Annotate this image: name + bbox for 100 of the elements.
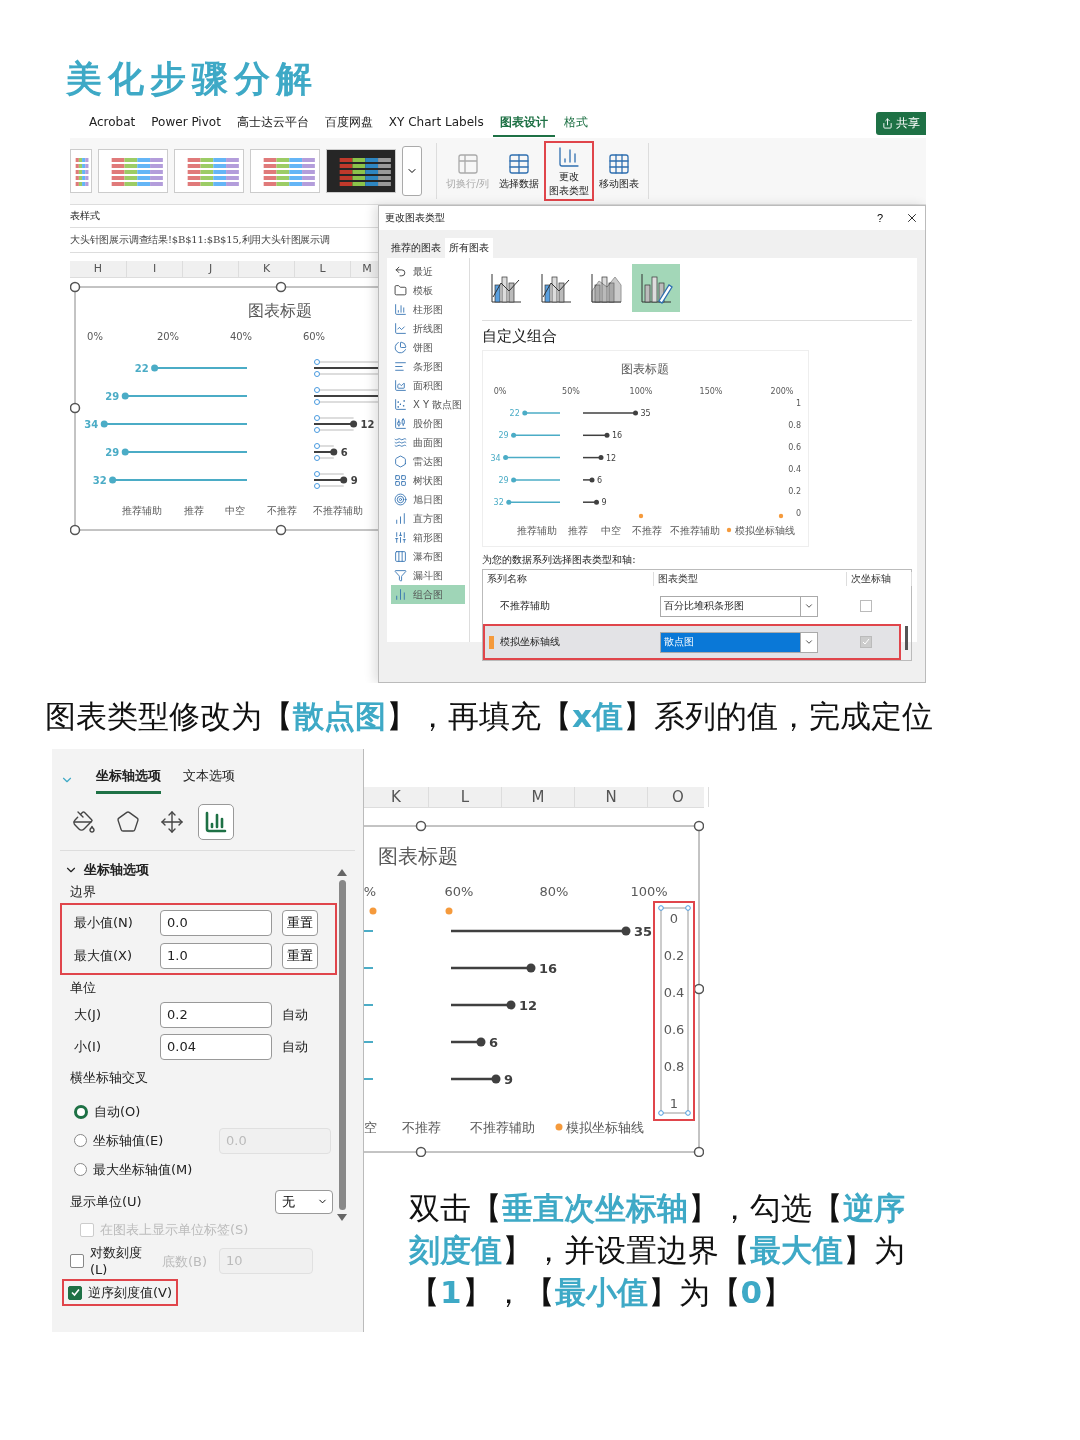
input-field[interactable]: 0.04 [160, 1033, 272, 1060]
chart-type-select[interactable]: 百分比堆积条形图 [660, 595, 819, 617]
chart-style-thumbnail[interactable] [174, 149, 244, 193]
data-label: 35 [640, 409, 651, 418]
chart-style-thumbnail[interactable] [250, 149, 320, 193]
legend-label: 不推荐 [632, 525, 663, 536]
selected-pin-line [313, 443, 338, 461]
check-icon [862, 638, 871, 646]
ribbon-tab[interactable]: XY Chart Labels [381, 111, 491, 135]
data-label: 32 [493, 498, 505, 508]
checkbox-label: 对数刻度(L) [90, 1244, 143, 1278]
chart-type-item[interactable]: 饼图 [391, 338, 466, 357]
axis-label: 0% [87, 331, 103, 342]
resize-handle[interactable] [415, 1146, 427, 1157]
ribbon-tab[interactable]: 格式 [556, 109, 595, 137]
resize-handle[interactable] [70, 524, 81, 536]
pin-line [522, 410, 562, 416]
ribbon-tab[interactable]: 图表设计 [492, 109, 555, 137]
share-button[interactable]: 共享 [876, 111, 926, 135]
input-field[interactable]: 0.0 [160, 909, 272, 936]
axis-label: 0.8 [788, 421, 802, 430]
prompt-text: 为您的数据系列选择图表类型和轴: [482, 553, 637, 567]
ribbon-tab[interactable]: 高士达云平台 [229, 109, 316, 137]
chart-type-item[interactable]: 条形图 [391, 357, 466, 376]
chart-style-thumbnail[interactable] [98, 149, 168, 193]
legend-label: 不推荐 [267, 505, 297, 516]
axis-label: % [364, 884, 377, 899]
chart-type-item[interactable]: 曲面图 [391, 433, 466, 452]
pin-line [582, 410, 639, 416]
section-header[interactable]: 坐标轴选项 [64, 861, 333, 879]
input-field[interactable]: 1.0 [160, 942, 272, 969]
chart-type-item[interactable]: 股价图 [391, 414, 466, 433]
secondary-axis-checkbox[interactable] [860, 600, 873, 612]
panel-tab[interactable]: 文本选项 [183, 765, 235, 794]
data-label: 34 [490, 453, 501, 463]
dialog-tab[interactable]: 推荐的图表 [387, 238, 445, 258]
resize-handle[interactable] [70, 402, 81, 414]
axis-label: 0.4 [788, 465, 802, 474]
chart-type-item[interactable]: 旭日图 [391, 490, 466, 509]
secondary-axis-checkbox[interactable] [860, 636, 873, 648]
resize-handle[interactable] [415, 820, 427, 832]
ribbon-tab[interactable]: Acrobat [82, 111, 143, 135]
chart-type-item[interactable]: 树状图 [391, 471, 466, 490]
column-header: O [648, 787, 709, 807]
ribbon-command[interactable]: 移动图表 [594, 148, 645, 194]
chart-type-item[interactable]: 瀑布图 [391, 547, 466, 566]
chart-type-select[interactable]: 散点图 [660, 631, 819, 653]
resize-handle[interactable] [275, 281, 287, 293]
chart-type-item[interactable]: 最近 [391, 262, 466, 281]
check-icon [70, 1288, 80, 1297]
chart-style-thumbnail[interactable] [326, 149, 396, 193]
close-button[interactable] [905, 211, 919, 225]
resize-handle[interactable] [693, 1146, 704, 1157]
chart-type-item[interactable]: 漏斗图 [391, 566, 466, 585]
chart-type-item[interactable]: 直方图 [391, 509, 466, 528]
pin-line [364, 1078, 374, 1080]
checkbox[interactable] [70, 1254, 84, 1268]
area-chart-icon [394, 379, 407, 392]
field-label: 显示单位(U) [69, 1192, 142, 1211]
ribbon-tab[interactable]: 百度网盘 [317, 109, 380, 137]
field-label: 最大值(X) [73, 946, 134, 965]
chart-type-item[interactable]: 折线图 [391, 319, 466, 338]
data-label: 22 [509, 409, 521, 418]
pin-line [582, 477, 595, 483]
icon-tab[interactable] [198, 804, 234, 840]
radio-button[interactable] [74, 1163, 87, 1176]
reset-button[interactable]: 重置 [282, 942, 318, 969]
chart-type-item[interactable]: X Y 散点图 [391, 395, 466, 414]
radio-button[interactable] [74, 1104, 88, 1119]
resize-handle[interactable] [693, 983, 704, 995]
input-field[interactable]: 0.2 [160, 1001, 272, 1028]
resize-handle[interactable] [70, 281, 81, 293]
chart-type-item[interactable]: 模板 [391, 281, 466, 300]
ribbon-tab[interactable]: Power Pivot [144, 111, 228, 135]
help-button[interactable]: ? [864, 212, 895, 224]
resize-handle[interactable] [275, 524, 287, 536]
ribbon-command[interactable]: 选择数据 [494, 148, 545, 194]
chart-type-item[interactable]: 面积图 [391, 376, 466, 395]
chart-style-thumbnail[interactable] [70, 149, 92, 193]
formula-text: 大头针图展示调查结果!$B$11:$B$15,利用大头针图展示调 [70, 227, 378, 253]
pin-line [451, 1000, 516, 1010]
line-chart-icon [394, 322, 407, 335]
resize-handle[interactable] [693, 820, 704, 832]
axis-label: 40% [229, 331, 253, 342]
legend-label: 中空 [601, 525, 622, 536]
reset-button[interactable]: 重置 [282, 909, 318, 936]
series-name: 模拟坐标轴线 [500, 635, 562, 649]
chart-type-item[interactable]: 组合图 [391, 585, 466, 604]
chart-type-item[interactable]: 柱形图 [391, 300, 466, 319]
ribbon-command[interactable]: 更改 图表类型 [544, 141, 595, 201]
pin-line [511, 432, 562, 438]
checkbox[interactable] [68, 1285, 82, 1300]
panel-tab[interactable]: 坐标轴选项 [96, 765, 161, 794]
chart-subtype[interactable] [632, 264, 681, 312]
chart-type-item[interactable]: 雷达图 [391, 452, 466, 471]
chart-type-item[interactable]: 箱形图 [391, 528, 466, 547]
dialog-tab[interactable]: 所有图表 [445, 238, 493, 258]
dropdown[interactable]: 无 [275, 1189, 333, 1214]
pin-line [582, 432, 610, 438]
move-icon [160, 810, 184, 834]
